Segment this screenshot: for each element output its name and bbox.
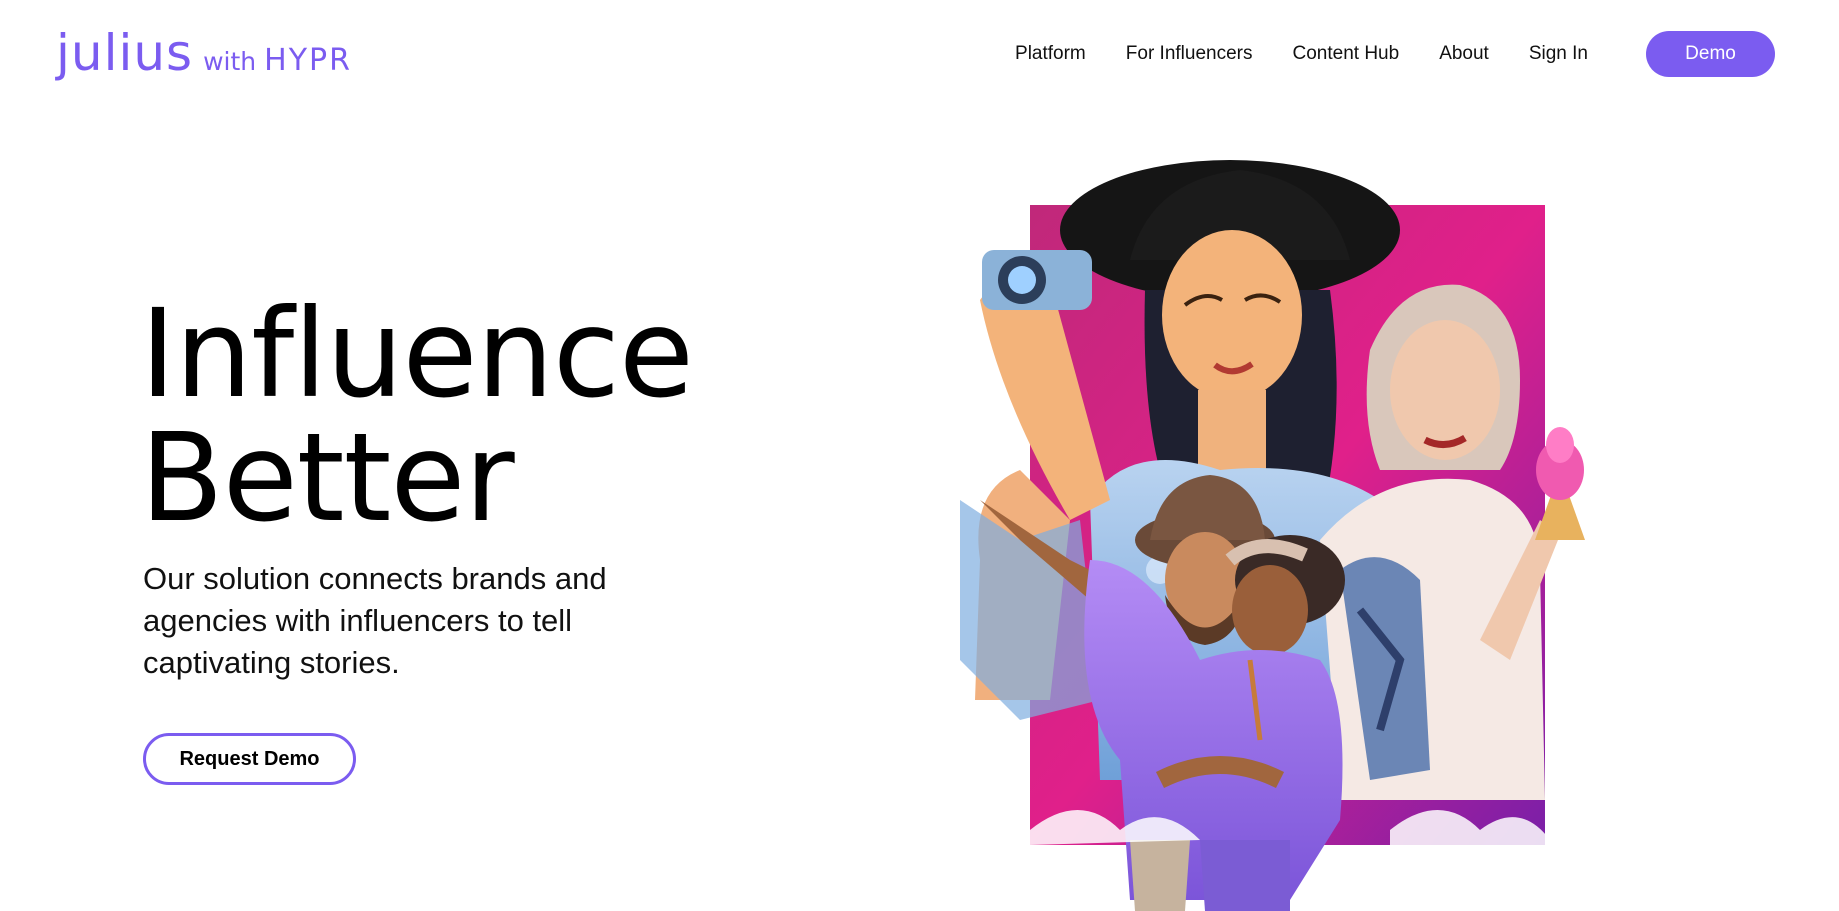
- nav-about[interactable]: About: [1439, 43, 1489, 65]
- hero-title-line1: Influence: [140, 283, 694, 425]
- nav-content-hub[interactable]: Content Hub: [1293, 43, 1400, 65]
- logo-wordmark: julius: [56, 24, 194, 82]
- request-demo-button[interactable]: Request Demo: [143, 733, 356, 785]
- nav-for-influencers[interactable]: For Influencers: [1126, 43, 1253, 65]
- hero-subtitle: Our solution connects brands and agencie…: [143, 561, 607, 680]
- hero-title: Influence Better: [140, 283, 694, 549]
- hero-title-line2: Better: [140, 407, 515, 549]
- logo[interactable]: julius with HYPR: [56, 28, 352, 88]
- logo-brand: HYPR: [264, 43, 352, 78]
- demo-button[interactable]: Demo: [1646, 31, 1775, 77]
- influencers-collage-image: [960, 160, 1585, 911]
- nav-platform[interactable]: Platform: [1015, 43, 1086, 65]
- logo-with: with: [203, 47, 257, 76]
- nav-sign-in[interactable]: Sign In: [1529, 43, 1588, 65]
- main-nav: Platform For Influencers Content Hub Abo…: [975, 31, 1775, 77]
